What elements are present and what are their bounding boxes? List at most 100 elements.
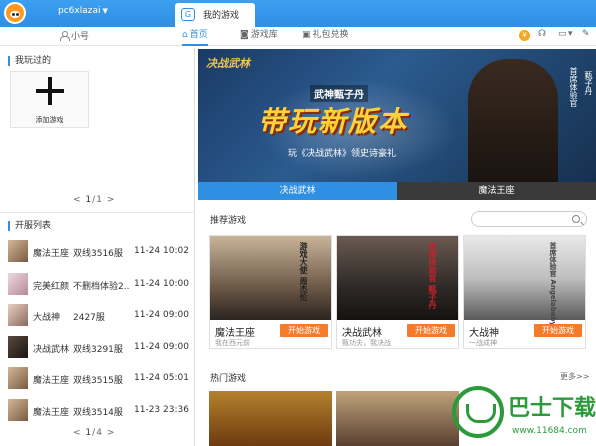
tab-my-games[interactable]: G 我的游戏 [175, 3, 255, 27]
search-input[interactable] [471, 211, 587, 227]
server-row[interactable]: 魔法王座 双线3514服 11-23 23:36 [8, 399, 192, 421]
banner-side-text: 首席体验官 [569, 67, 578, 107]
nav-game-library[interactable]: ◙ 游戏库 [240, 27, 278, 46]
game-card-desc: 一战成神 [469, 339, 497, 347]
banner-tab-2[interactable]: 魔法王座 [397, 182, 596, 200]
site-watermark: 巴士下载 www.11684.com [452, 386, 596, 446]
play-button[interactable]: 开始游戏 [280, 324, 328, 337]
tab-my-games-label: 我的游戏 [203, 11, 240, 21]
toolbar: 小号 ⌂ 首页 ◙ 游戏库 ▣ 礼包兑换 ¥ ☊ ▭ ▾ ✎ [0, 27, 596, 46]
server-row[interactable]: 完美红颜 不删档体验2... 11-24 10:00 [8, 273, 192, 295]
game-card[interactable]: 首席体验官 甄子丹 决战武林 甄功夫，我决战 开始游戏 [336, 235, 459, 349]
server-name: 双线3516服 [73, 249, 123, 259]
game-card-name: 大战神 [469, 328, 499, 339]
server-name: 2427服 [73, 313, 105, 323]
banner-brand-logo: 决战武林 [206, 57, 250, 70]
card-overlay-text: 首席体验官 Angelababy [549, 242, 557, 327]
banner-tab-1[interactable]: 决战武林 [198, 182, 397, 200]
card-overlay-text: 游戏大使 周杰伦 [299, 242, 308, 301]
watermark-title: 巴士下载 [508, 396, 596, 421]
recommended-title: 推荐游戏 [210, 216, 247, 226]
monitor-icon[interactable]: ▭ [558, 29, 567, 39]
servers-pager: < 1/4 > [73, 428, 115, 438]
chevron-down-icon: ▼ [102, 7, 108, 15]
nav-gift-redeem-label: 礼包兑换 [312, 30, 349, 40]
game-avatar [8, 399, 28, 421]
promo-banner[interactable]: 决战武林 武神甄子丹 带玩新版本 玩《决战武林》领史诗豪礼 首席体验官 甄子丹 [198, 49, 596, 182]
game-card-name: 魔法王座 [215, 328, 255, 339]
game-avatar [8, 304, 28, 326]
banner-person-image [468, 59, 558, 182]
server-game: 魔法王座 [33, 408, 70, 418]
pager-prev-button[interactable]: < [73, 195, 82, 205]
game-card-desc: 甄功夫，我决战 [342, 339, 391, 347]
more-link[interactable]: 更多>> [560, 371, 589, 382]
settings-icon[interactable]: ✎ [582, 29, 590, 39]
server-game: 决战武林 [33, 345, 70, 355]
game-avatar [8, 367, 28, 389]
game-card-image [337, 236, 458, 320]
watermark-logo-icon [452, 386, 504, 438]
left-panel: 我玩过的 添加游戏 < 1/1 > 开服列表 魔法王座 双线3516服 11-2… [0, 47, 195, 446]
banner-tabs: 决战武林 魔法王座 [198, 182, 596, 200]
game-avatar [8, 273, 28, 295]
coin-icon[interactable]: ¥ [519, 30, 530, 41]
game-card-image [210, 236, 331, 320]
played-games-title: 我玩过的 [8, 56, 51, 66]
pager-total: 1 [96, 195, 103, 205]
game-avatar [8, 336, 28, 358]
add-game-button[interactable]: 添加游戏 [10, 71, 89, 128]
server-game: 完美红颜 [33, 282, 70, 292]
pager-total: 4 [96, 428, 103, 438]
played-pager: < 1/1 > [73, 195, 115, 205]
server-row[interactable]: 魔法王座 双线3515服 11-24 05:01 [8, 367, 192, 389]
game-card-image [464, 236, 585, 320]
banner-side-text-2: 甄子丹 [584, 71, 593, 95]
username-label: pc6xlazai [58, 6, 101, 16]
server-name: 不删档体验2... [73, 282, 129, 292]
headset-icon[interactable]: ☊ [538, 29, 546, 39]
nav-home[interactable]: ⌂ 首页 [182, 27, 208, 46]
nav-gift-redeem[interactable]: ▣ 礼包兑换 [302, 27, 349, 46]
watermark-url: www.11684.com [512, 426, 587, 436]
gamepad-icon: ◙ [240, 30, 249, 40]
home-icon: ⌂ [182, 30, 188, 40]
game-card[interactable]: 游戏大使 周杰伦 魔法王座 我在西元前 开始游戏 [209, 235, 332, 349]
server-row[interactable]: 大战神 2427服 11-24 09:00 [8, 304, 192, 326]
alt-account-button[interactable]: 小号 [60, 29, 89, 42]
app-logo-icon [4, 2, 26, 24]
play-button[interactable]: 开始游戏 [534, 324, 582, 337]
user-icon [60, 31, 70, 41]
pager-next-button[interactable]: > [107, 195, 116, 205]
server-time: 11-24 09:00 [134, 342, 189, 352]
alt-account-label: 小号 [71, 32, 90, 42]
hot-game-thumbnail[interactable] [209, 391, 332, 446]
banner-headline: 带玩新版本 [258, 105, 409, 138]
chevron-down-small-icon[interactable]: ▾ [568, 29, 573, 39]
server-name: 双线3515服 [73, 376, 123, 386]
card-overlay-text: 首席体验官 甄子丹 [428, 242, 437, 309]
plus-icon [36, 77, 64, 105]
server-row[interactable]: 魔法王座 双线3516服 11-24 10:02 [8, 240, 192, 262]
hot-game-thumbnail[interactable] [336, 391, 459, 446]
username-menu[interactable]: pc6xlazai ▼ [58, 6, 108, 16]
pager-next-button[interactable]: > [107, 428, 116, 438]
game-card-desc: 我在西元前 [215, 339, 250, 347]
server-name: 双线3291服 [73, 345, 123, 355]
game-badge-icon: G [181, 8, 195, 21]
add-game-label: 添加游戏 [35, 116, 64, 124]
hot-games-title: 热门游戏 [210, 374, 247, 384]
server-row[interactable]: 决战武林 双线3291服 11-24 09:00 [8, 336, 192, 358]
gift-icon: ▣ [302, 30, 311, 40]
game-card[interactable]: 首席体验官 Angelababy 大战神 一战成神 开始游戏 [463, 235, 586, 349]
server-game: 大战神 [33, 313, 61, 323]
nav-game-library-label: 游戏库 [250, 30, 278, 40]
server-name: 双线3514服 [73, 408, 123, 418]
game-card-name: 决战武林 [342, 328, 382, 339]
nav-home-label: 首页 [189, 30, 208, 40]
play-button[interactable]: 开始游戏 [407, 324, 455, 337]
pager-prev-button[interactable]: < [73, 428, 82, 438]
server-game: 魔法王座 [33, 376, 70, 386]
search-icon[interactable] [572, 215, 580, 223]
server-time: 11-24 10:00 [134, 279, 189, 289]
